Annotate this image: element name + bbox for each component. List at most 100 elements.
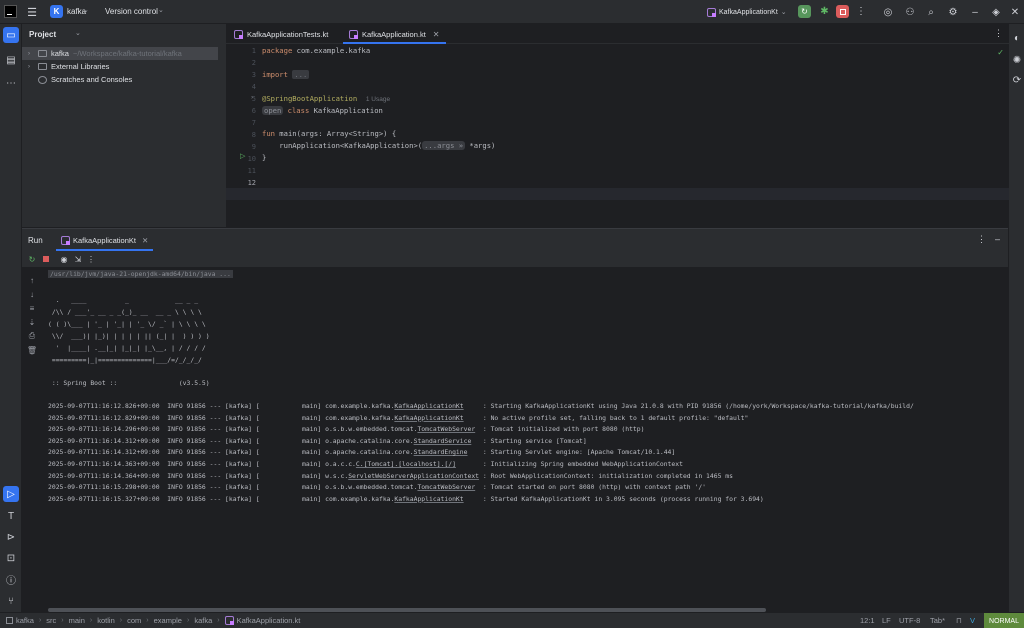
notifications-icon[interactable]: ◐ <box>1009 30 1024 46</box>
code-line-9: fun main(args: Array<String>) { <box>262 129 397 138</box>
tree-item-external-libraries[interactable]: › External Libraries <box>22 60 225 73</box>
maximize-window-icon[interactable]: ◈ <box>989 5 1003 19</box>
more-options-icon[interactable]: ⋮ <box>86 254 96 264</box>
main-menu-icon[interactable]: ☰ <box>25 5 39 19</box>
log-logger-class[interactable]: TomcatWebServer <box>417 425 475 433</box>
chevron-right-icon[interactable]: › <box>28 64 38 70</box>
close-tab-icon[interactable]: ✕ <box>433 30 440 39</box>
chevron-down-icon[interactable]: ⌄ <box>75 29 81 37</box>
git-icon[interactable]: ⑂ <box>3 593 19 609</box>
run-gutter-icon[interactable]: ▷ <box>240 152 245 160</box>
log-logger-class[interactable]: C.[Tomcat].[localhost].[/] <box>356 460 456 468</box>
editor[interactable]: KafkaApplicationTests.kt KafkaApplicatio… <box>225 24 1009 227</box>
breadcrumb-item[interactable]: kotlin <box>97 616 115 625</box>
scroll-to-end-icon[interactable]: ⇣ <box>27 317 37 327</box>
rerun-icon[interactable]: ↻ <box>27 254 37 264</box>
project-panel-title[interactable]: Project <box>29 30 56 39</box>
print-icon[interactable]: ⎙ <box>27 331 37 341</box>
project-panel: Project ⌄ › kafka ~/Workspace/kafka-tuto… <box>22 24 225 227</box>
inspection-ok-icon[interactable]: ✓ <box>997 48 1004 57</box>
clear-trash-icon[interactable]: 🗑 <box>27 345 37 355</box>
build-hammer-icon[interactable]: T <box>3 508 19 524</box>
console-output[interactable]: /usr/lib/jvm/java-21-openjdk-amd64/bin/j… <box>48 267 1006 605</box>
lock-icon[interactable]: ⊓ <box>956 616 962 625</box>
camera-snapshot-icon[interactable]: ◉ <box>59 254 69 264</box>
breadcrumb-item[interactable]: main <box>69 616 85 625</box>
log-logger-class[interactable]: TomcatWebServer <box>417 483 475 491</box>
tree-item-scratches[interactable]: Scratches and Consoles <box>22 73 225 86</box>
scroll-up-icon[interactable]: ↑ <box>27 275 37 285</box>
breadcrumb-item[interactable]: com <box>127 616 141 625</box>
rerun-button[interactable]: ↻ <box>798 5 811 18</box>
vim-icon[interactable]: V <box>970 616 975 625</box>
chevron-down-icon[interactable]: ⌄ <box>158 6 164 14</box>
more-actions-icon[interactable]: ⋮ <box>856 5 866 18</box>
log-level: INFO <box>167 436 183 445</box>
minimize-window-icon[interactable]: – <box>968 5 982 19</box>
problems-icon[interactable]: ⓘ <box>3 571 19 587</box>
structure-icon[interactable]: ▤ <box>3 52 19 68</box>
usage-hint[interactable]: 1 Usage <box>366 96 390 103</box>
close-window-icon[interactable]: ✕ <box>1008 5 1022 19</box>
ai-chat-icon[interactable]: ✺ <box>1009 52 1024 68</box>
more-tools-icon[interactable]: ⋯ <box>3 75 19 91</box>
chevron-right-icon[interactable]: › <box>28 51 38 57</box>
stop-icon[interactable] <box>41 254 51 264</box>
log-logger-class[interactable]: KafkaApplicationKt <box>394 402 463 410</box>
export-icon[interactable]: ⇲ <box>73 254 83 264</box>
gradle-icon[interactable]: ⟳ <box>1009 72 1024 88</box>
log-logger-class[interactable]: StandardService <box>414 437 472 445</box>
log-ts: 2025-09-07T11:16:14.312+09:00 <box>48 448 160 457</box>
scroll-down-icon[interactable]: ↓ <box>27 289 37 299</box>
tab-kafka-application-tests[interactable]: KafkaApplicationTests.kt <box>228 24 334 44</box>
line-number: 6 <box>251 107 256 115</box>
run-tool-icon[interactable]: ▷ <box>3 486 19 502</box>
tree-item-kafka[interactable]: › kafka ~/Workspace/kafka-tutorial/kafka <box>22 47 218 60</box>
run-config-label: KafkaApplicationKt <box>719 8 778 16</box>
log-ts: 2025-09-07T11:16:12.826+09:00 <box>48 402 160 410</box>
breadcrumb-item[interactable]: kafka <box>194 616 212 625</box>
vim-mode-badge[interactable]: NORMAL <box>984 613 1024 628</box>
soft-wrap-icon[interactable]: ≡ <box>27 303 37 313</box>
line-separator[interactable]: LF <box>882 616 891 625</box>
log-logger-class[interactable]: ServletWebServerApplicationContext <box>348 472 479 480</box>
project-folder-icon[interactable]: ▭ <box>3 27 19 43</box>
tab-kafka-application[interactable]: KafkaApplication.kt ✕ <box>343 24 446 44</box>
minimize-panel-icon[interactable]: – <box>995 234 1000 244</box>
breadcrumb-item[interactable]: src <box>46 616 56 625</box>
search-icon[interactable]: ⌕ <box>924 5 938 19</box>
log-message: : Initializing Spring embedded WebApplic… <box>482 460 683 468</box>
close-tab-icon[interactable]: ✕ <box>142 236 148 245</box>
terminal-icon[interactable]: ⊡ <box>3 550 19 566</box>
log-logger-class[interactable]: KafkaApplicationKt <box>394 495 463 503</box>
more-tabs-icon[interactable]: ⋮ <box>994 28 1003 39</box>
settings-gear-icon[interactable]: ⚙ <box>946 5 960 19</box>
folded-imports[interactable]: ... <box>292 70 310 79</box>
more-options-icon[interactable]: ⋮ <box>977 234 986 245</box>
log-ts: 2025-09-07T11:16:15.327+09:00 <box>48 494 160 503</box>
debug-bug-icon[interactable]: ✱ <box>818 5 831 18</box>
chevron-down-icon[interactable]: ⌄ <box>83 6 89 14</box>
log-logger-class[interactable]: KafkaApplicationKt <box>394 414 463 422</box>
run-config-selector[interactable]: KafkaApplicationKt ⌄ <box>707 5 787 19</box>
add-user-icon[interactable]: ⚇ <box>903 5 917 19</box>
stop-button[interactable] <box>836 5 849 18</box>
file-encoding[interactable]: UTF-8 <box>899 616 920 625</box>
fold-arrow-icon[interactable]: › <box>251 95 253 101</box>
project-badge[interactable]: K <box>50 5 63 18</box>
log-thread: [ main] <box>255 436 322 445</box>
services-icon[interactable]: ⊳ <box>3 529 19 545</box>
kotlin-file-icon <box>707 7 716 17</box>
caret-position[interactable]: 12:1 <box>860 616 875 625</box>
version-control-menu[interactable]: Version control <box>105 7 158 16</box>
log-logger-class[interactable]: StandardEngine <box>414 448 468 456</box>
breadcrumb-item[interactable]: KafkaApplication.kt <box>237 616 301 625</box>
console-command-line[interactable]: /usr/lib/jvm/java-21-openjdk-amd64/bin/j… <box>48 270 233 278</box>
run-tab[interactable]: KafkaApplicationKt ✕ <box>56 229 154 251</box>
app-logo-icon[interactable] <box>4 5 17 18</box>
breadcrumb-item[interactable]: example <box>154 616 182 625</box>
ai-assistant-icon[interactable]: ◎ <box>881 5 895 19</box>
breadcrumb-item[interactable]: kafka <box>16 616 34 625</box>
indent-setting[interactable]: Tab* <box>930 616 945 625</box>
run-panel-title[interactable]: Run <box>28 236 43 245</box>
